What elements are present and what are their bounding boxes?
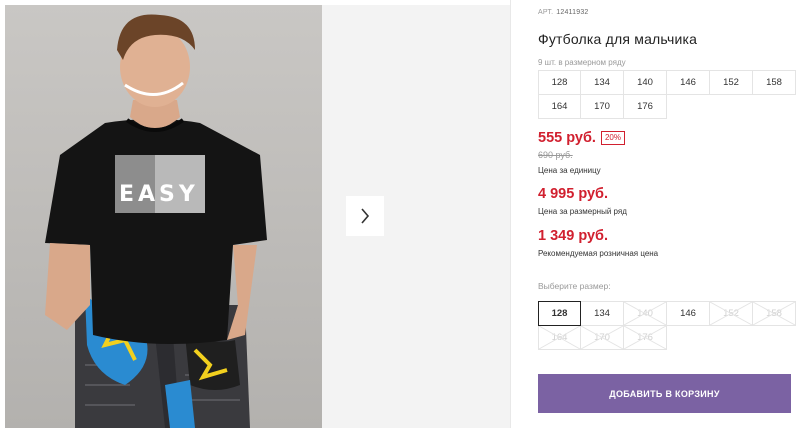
size-option-176: 176 — [623, 325, 667, 350]
unit-price-label: Цена за единицу — [538, 166, 601, 175]
size-option-158: 158 — [752, 301, 796, 326]
size-option-170: 170 — [580, 325, 624, 350]
size-option-128[interactable]: 128 — [538, 301, 581, 326]
size-option-140: 140 — [623, 301, 667, 326]
unavailable-cross-icon — [710, 302, 752, 325]
add-to-cart-button[interactable]: ДОБАВИТЬ В КОРЗИНУ — [538, 374, 791, 413]
article-number: АРТ. 12411932 — [538, 9, 589, 16]
size-range-cell: 158 — [752, 70, 796, 95]
unavailable-cross-icon — [581, 326, 623, 349]
size-range-cell: 146 — [666, 70, 710, 95]
unavailable-cross-icon — [753, 302, 795, 325]
size-range-cell: 164 — [538, 94, 581, 119]
size-option-146[interactable]: 146 — [666, 301, 710, 326]
boy-in-tshirt-illustration: EASY — [45, 14, 267, 428]
size-option-152: 152 — [709, 301, 753, 326]
product-title: Футболка для мальчика — [538, 31, 698, 47]
old-price: 690 руб. — [538, 150, 573, 160]
column-divider — [510, 0, 511, 428]
size-range-cell: 152 — [709, 70, 753, 95]
unavailable-cross-icon — [624, 326, 666, 349]
article-value: 12411932 — [556, 9, 589, 16]
product-photo[interactable]: EASY — [5, 5, 322, 428]
size-picker: 128 134 140 146 152158 164170176 — [538, 301, 796, 350]
size-range-cell: 176 — [623, 94, 667, 119]
size-option-164: 164 — [538, 325, 581, 350]
retail-price-label: Рекомендуемая розничная цена — [538, 249, 659, 258]
shirt-print: EASY — [119, 182, 199, 207]
current-price: 555 руб. — [538, 130, 596, 146]
product-gallery: EASY — [5, 5, 510, 428]
range-price: 4 995 руб. — [538, 186, 609, 202]
size-option-label: 128 — [551, 308, 568, 319]
size-option-134[interactable]: 134 — [580, 301, 624, 326]
range-price-label: Цена за размерный ряд — [538, 207, 627, 216]
unavailable-cross-icon — [624, 302, 666, 325]
retail-price: 1 349 руб. — [538, 228, 609, 244]
size-option-label: 146 — [680, 308, 696, 319]
price-row: 555 руб. 20% — [538, 130, 625, 146]
unavailable-cross-icon — [539, 326, 580, 349]
sizes-count: 9 шт. в размерном ряду — [538, 58, 626, 67]
choose-size-label: Выберите размер: — [538, 281, 611, 291]
chevron-right-icon — [361, 208, 370, 224]
article-label: АРТ. — [538, 9, 554, 16]
size-range-cell: 140 — [623, 70, 667, 95]
discount-badge: 20% — [600, 131, 625, 145]
size-range-cell: 134 — [580, 70, 624, 95]
size-range-grid: 128 134 140 146 152 158 164 170 176 — [538, 70, 796, 119]
next-image-button[interactable] — [346, 196, 384, 236]
size-range-cell: 128 — [538, 70, 581, 95]
size-range-cell: 170 — [580, 94, 624, 119]
size-option-label: 134 — [594, 308, 610, 319]
